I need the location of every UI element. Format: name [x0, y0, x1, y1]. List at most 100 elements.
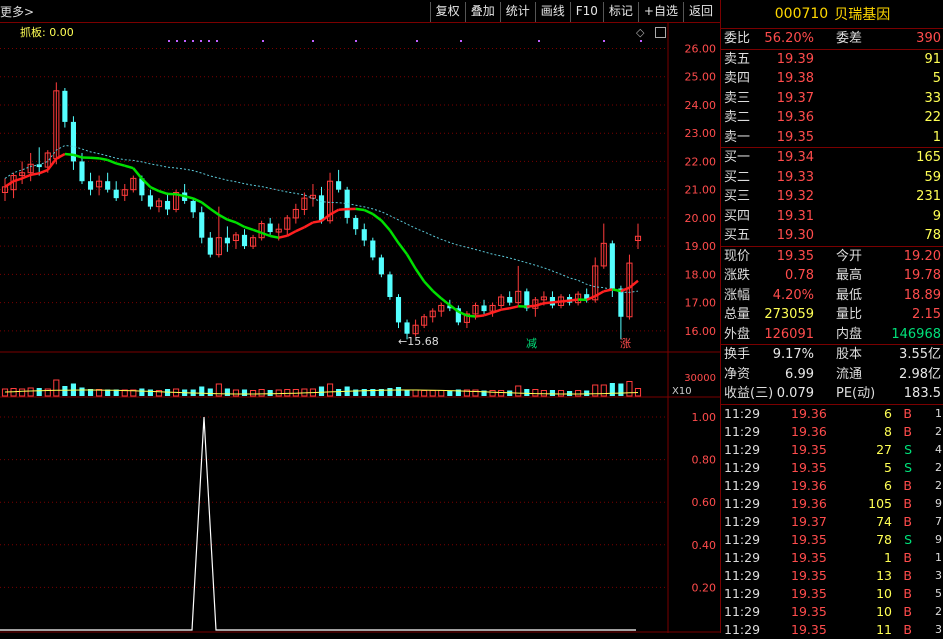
quote-row: 现价19.35今开19.20 — [721, 247, 943, 267]
price-tick-label: 17.00 — [685, 297, 717, 310]
fundamentals-value2: 3.55亿 — [899, 345, 941, 365]
tick-side: B — [903, 477, 912, 495]
tick-count: 1 — [935, 549, 942, 567]
ma-short-segment — [390, 230, 399, 243]
ma-short-segment — [416, 269, 425, 282]
bids-row: 买一19.34165 — [721, 148, 943, 168]
event-dot — [416, 40, 418, 42]
ma-short-segment — [510, 306, 519, 308]
ma-short-segment — [612, 289, 621, 291]
statistics-button[interactable]: 统计 — [500, 2, 535, 22]
price-tick-label: 21.00 — [685, 184, 717, 197]
volume-bar-down — [550, 390, 555, 396]
tick-row: 11:2919.3578S9 — [721, 531, 943, 549]
candle-body-down — [208, 238, 213, 255]
tick-volume: 13 — [876, 567, 892, 585]
tick-side: B — [903, 513, 912, 531]
tick-side: B — [903, 603, 912, 621]
restore-rights-button[interactable]: 复权 — [430, 2, 465, 22]
indicator-label: 抓板: 0.00 — [20, 24, 74, 40]
osc-tick-label: 1.00 — [692, 411, 717, 424]
ma-short-segment — [373, 214, 382, 220]
asks-row: 卖二19.3622 — [721, 108, 943, 128]
weicha-value: 390 — [916, 29, 941, 49]
quote-value1: 4.20% — [773, 286, 814, 306]
ma-short-segment — [330, 210, 339, 215]
tick-volume: 105 — [868, 495, 892, 513]
volume-unit-label: X10 — [672, 386, 692, 397]
tick-price: 19.36 — [791, 423, 827, 441]
tick-count: 9 — [935, 531, 942, 549]
expand-square-icon[interactable] — [655, 27, 666, 38]
candle-body-down — [105, 181, 110, 189]
quote-value1: 273059 — [764, 305, 814, 325]
more-menu-button[interactable]: 更多> — [0, 3, 34, 20]
fundamentals-value2: 183.5 — [904, 384, 941, 404]
volume-bar-up — [54, 380, 59, 396]
tick-count: 2 — [935, 603, 942, 621]
tick-time: 11:29 — [724, 549, 760, 567]
candle-body-down — [62, 91, 67, 122]
tick-list[interactable]: 11:2919.366B111:2919.368B211:2919.3527S4… — [721, 405, 943, 639]
tick-count: 1 — [935, 405, 942, 423]
volume-bar-up — [499, 391, 504, 397]
price-tick-label: 25.00 — [685, 71, 717, 84]
event-dot — [216, 40, 218, 42]
bids-row: 买二19.3359 — [721, 168, 943, 188]
fundamentals-row: 收益(三)0.079PE(动)183.5 — [721, 384, 943, 404]
volume-bar-up — [516, 386, 521, 396]
f10-button[interactable]: F10 — [570, 2, 603, 22]
bids-price: 19.33 — [777, 168, 814, 188]
candle-body-down — [618, 289, 623, 317]
event-dot — [538, 40, 540, 42]
candle-body-down — [199, 212, 204, 237]
ask-levels: 卖五19.3991卖四19.385卖三19.3733卖二19.3622卖一19.… — [721, 50, 943, 148]
bids-row: 买五19.3078 — [721, 226, 943, 246]
quote-row: 总量273059量比2.15 — [721, 305, 943, 325]
oscillator-line — [0, 417, 636, 630]
volume-bar-up — [430, 391, 435, 397]
quote-value1: 0.78 — [785, 266, 814, 286]
ma-short-segment — [407, 254, 416, 268]
tick-price: 19.36 — [791, 405, 827, 423]
bids-row: 买四19.319 — [721, 207, 943, 227]
tick-volume: 27 — [876, 441, 892, 459]
asks-price: 19.36 — [777, 108, 814, 128]
asks-price: 19.39 — [777, 50, 814, 70]
volume-bar-up — [576, 391, 581, 397]
asks-price: 19.37 — [777, 89, 814, 109]
weibi-row: 委比 56.20% 委差 390 — [721, 29, 943, 49]
overlay-button[interactable]: 叠加 — [465, 2, 500, 22]
price-tick-label: 19.00 — [685, 240, 717, 253]
volume-bar-down — [139, 389, 144, 397]
tick-side: B — [903, 549, 912, 567]
weibi-label: 委比 — [724, 29, 750, 49]
volume-bar-up — [558, 391, 563, 397]
ma-short-segment — [424, 281, 433, 290]
draw-line-button[interactable]: 画线 — [535, 2, 570, 22]
volume-bar-up — [259, 390, 264, 397]
bids-volume: 59 — [924, 168, 941, 188]
asks-volume: 33 — [924, 89, 941, 109]
quote-label1: 涨跌 — [724, 266, 750, 286]
mark-button[interactable]: 标记 — [603, 2, 638, 22]
bids-label: 买三 — [724, 187, 750, 207]
ma-short-segment — [108, 160, 117, 163]
volume-bar-up — [490, 391, 495, 397]
ma-short-segment — [279, 236, 288, 238]
price-tick-label: 16.00 — [685, 325, 717, 338]
tick-volume: 10 — [876, 603, 892, 621]
bids-label: 买五 — [724, 226, 750, 246]
tick-side: B — [903, 585, 912, 603]
chart-area[interactable]: ←15.68减涨 30000X10 26.0025.0024.0023.0022… — [0, 0, 720, 633]
fundamentals-row: 换手9.17%股本3.55亿 — [721, 345, 943, 365]
volume-bar-up — [473, 390, 478, 396]
volume-bar-down — [148, 390, 153, 397]
tick-time: 11:29 — [724, 477, 760, 495]
bids-price: 19.30 — [777, 226, 814, 246]
diamond-icon[interactable]: ◇ — [636, 26, 644, 39]
add-watchlist-button[interactable]: +自选 — [638, 2, 683, 22]
asks-label: 卖一 — [724, 128, 750, 148]
kline-chart-svg[interactable]: ←15.68减涨 30000X10 26.0025.0024.0023.0022… — [0, 0, 720, 633]
back-button[interactable]: 返回 — [683, 2, 718, 22]
